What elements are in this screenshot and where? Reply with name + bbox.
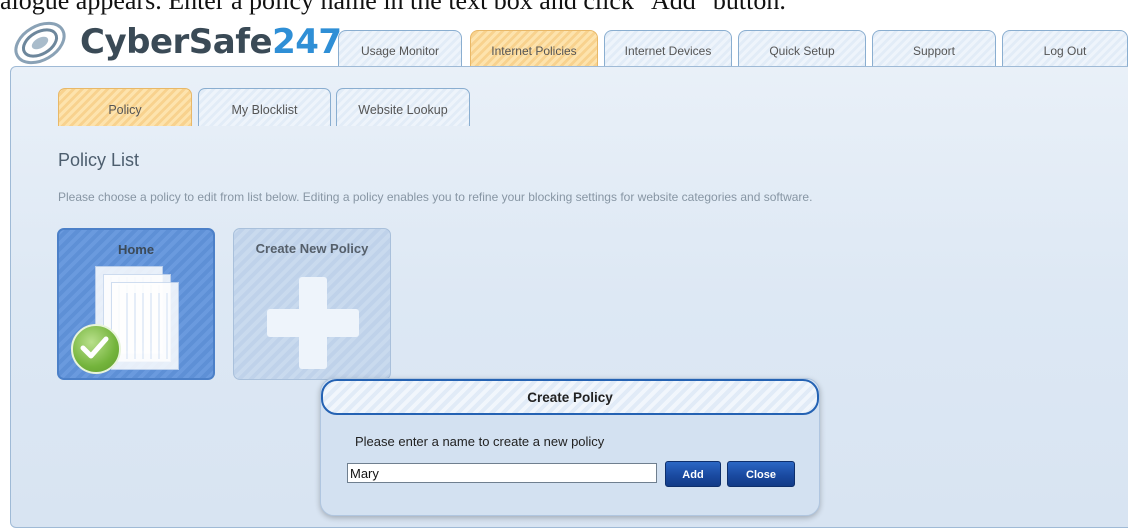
logo-swirl-icon xyxy=(14,21,66,65)
tab-log-out[interactable]: Log Out xyxy=(1002,30,1128,66)
page-instructions: Please choose a policy to edit from list… xyxy=(58,190,813,204)
page-title: Policy List xyxy=(58,150,140,170)
dialog-header: Create Policy xyxy=(321,379,819,415)
instruction-caption: alogue appears. Enter a policy name in t… xyxy=(0,0,786,15)
add-button[interactable]: Add xyxy=(665,461,721,487)
create-new-policy-card[interactable]: Create New Policy xyxy=(233,228,391,380)
tab-support[interactable]: Support xyxy=(872,30,996,66)
brand-name-number: 247 xyxy=(272,22,342,62)
tab-usage-monitor[interactable]: Usage Monitor xyxy=(338,30,462,66)
create-policy-dialog: Create Policy Please enter a name to cre… xyxy=(320,378,820,516)
plus-icon xyxy=(267,277,359,369)
brand-name-text: CyberSafe xyxy=(80,22,273,62)
tab-internet-policies[interactable]: Internet Policies xyxy=(470,30,598,66)
checkmark-icon xyxy=(71,324,121,374)
tab-quick-setup[interactable]: Quick Setup xyxy=(738,30,866,66)
policy-name-input[interactable] xyxy=(347,463,657,483)
subtab-website-lookup[interactable]: Website Lookup xyxy=(336,88,470,126)
subtab-policy[interactable]: Policy xyxy=(58,88,192,126)
dialog-title: Create Policy xyxy=(527,390,613,405)
brand-name: CyberSafe247 xyxy=(80,22,342,62)
dialog-prompt: Please enter a name to create a new poli… xyxy=(355,434,605,449)
policy-card-title: Home xyxy=(117,242,155,257)
cybersafe-logo: CyberSafe247 xyxy=(10,20,342,66)
subtab-my-blocklist[interactable]: My Blocklist xyxy=(198,88,331,126)
close-button[interactable]: Close xyxy=(727,461,795,487)
policy-card-title: Create New Policy xyxy=(255,241,369,256)
policy-card-home[interactable]: Home xyxy=(57,228,215,380)
tab-internet-devices[interactable]: Internet Devices xyxy=(604,30,732,66)
